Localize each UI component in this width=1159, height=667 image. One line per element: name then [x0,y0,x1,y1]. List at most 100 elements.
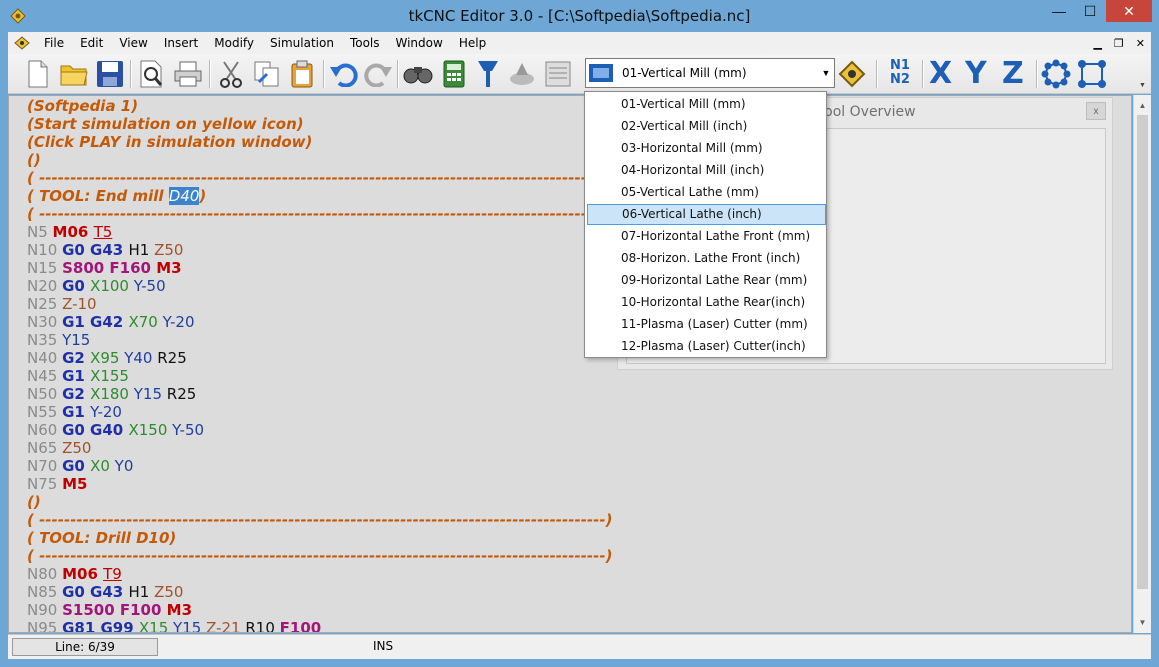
mdi-minimize-button[interactable]: ▁ [1093,37,1101,50]
paste-icon[interactable] [287,58,319,90]
machine-option[interactable]: 02-Vertical Mill (inch) [587,116,826,137]
code-line[interactable]: ( --------------------------------------… [27,511,612,529]
menu-modify[interactable]: Modify [206,32,262,54]
code-line[interactable]: ( --------------------------------------… [27,547,612,565]
undo-icon[interactable] [328,58,360,90]
code-line[interactable]: N90 S1500 F100 M3 [27,601,612,619]
tool-overview-close-button[interactable]: x [1086,102,1106,120]
toolbar-separator [876,60,878,88]
code-line[interactable]: ( TOOL: Drill D10) [27,529,612,547]
code-line[interactable]: N5 M06 T5 [27,223,612,241]
code-line[interactable]: N95 G81 G99 X15 Y15 Z-21 R10 F100 [27,619,612,633]
code-line[interactable]: ( --------------------------------------… [27,169,612,187]
code-line[interactable]: N25 Z-10 [27,295,612,313]
mdi-close-button[interactable]: ✕ [1136,37,1145,50]
save-icon[interactable] [94,58,126,90]
print-icon[interactable] [172,58,204,90]
print-preview-icon[interactable] [136,58,168,90]
vertical-scrollbar[interactable]: ▲ ▼ [1133,95,1151,633]
code-token-x: X0 [90,457,115,475]
menu-tools[interactable]: Tools [342,32,388,54]
scrollbar-thumb[interactable] [1137,115,1148,589]
code-token-h: H1 [128,583,155,601]
cut-icon[interactable] [215,58,247,90]
code-token-num: N80 [27,565,63,583]
scroll-down-icon[interactable]: ▼ [1134,614,1151,631]
machine-option[interactable]: 10-Horizontal Lathe Rear(inch) [587,292,826,313]
machine-option[interactable]: 11-Plasma (Laser) Cutter (mm) [587,314,826,335]
tool-icon[interactable] [472,58,504,90]
minimize-button[interactable]: — [1044,0,1074,22]
code-line[interactable]: N30 G1 G42 X70 Y-20 [27,313,612,331]
machine-option[interactable]: 03-Horizontal Mill (mm) [587,138,826,159]
scroll-up-icon[interactable]: ▲ [1134,97,1151,114]
code-token-z: Z-10 [62,295,97,313]
code-token-z: Z-21 [206,619,246,633]
code-line[interactable]: N75 M5 [27,475,612,493]
code-line[interactable]: N80 M06 T9 [27,565,612,583]
new-file-icon[interactable] [22,58,54,90]
machine-option[interactable]: 01-Vertical Mill (mm) [587,94,826,115]
machine-option[interactable]: 04-Horizontal Mill (inch) [587,160,826,181]
open-folder-icon[interactable] [58,58,90,90]
grid-pattern-icon[interactable] [1076,58,1108,90]
code-line[interactable]: (Click PLAY in simulation window) [27,133,612,151]
code-line[interactable]: (Start simulation on yellow icon) [27,115,612,133]
code-line[interactable]: N20 G0 X100 Y-50 [27,277,612,295]
code-token-cmt: ( --------------------------------------… [27,169,613,187]
menu-view[interactable]: View [111,32,155,54]
maximize-button[interactable]: ☐ [1074,0,1106,22]
simulation-icon[interactable] [506,58,538,90]
code-line[interactable]: N45 G1 X155 [27,367,612,385]
machine-select[interactable]: 01-Vertical Mill (mm) ▼ [585,58,835,88]
code-line[interactable]: N50 G2 X180 Y15 R25 [27,385,612,403]
machine-option[interactable]: 07-Horizontal Lathe Front (mm) [587,226,826,247]
code-token-cmt: (Softpedia 1) [27,97,139,115]
calculator-icon[interactable] [438,58,470,90]
code-line[interactable]: N35 Y15 [27,331,612,349]
axis-z-button[interactable]: Z [1002,56,1024,91]
menu-simulation[interactable]: Simulation [262,32,342,54]
tool-insert-icon[interactable] [836,58,868,90]
close-button[interactable]: ✕ [1106,0,1152,22]
machine-option[interactable]: 09-Horizontal Lathe Rear (mm) [587,270,826,291]
code-line[interactable]: ( --------------------------------------… [27,205,612,223]
machine-option[interactable]: 08-Horizon. Lathe Front (inch) [587,248,826,269]
code-line[interactable]: N60 G0 G40 X150 Y-50 [27,421,612,439]
menu-help[interactable]: Help [451,32,494,54]
code-line[interactable]: () [27,151,612,169]
code-line[interactable]: N65 Z50 [27,439,612,457]
menu-file[interactable]: File [36,32,72,54]
toolbar-overflow-icon[interactable]: ▼ [1139,82,1146,89]
code-line[interactable]: N70 G0 X0 Y0 [27,457,612,475]
machine-option[interactable]: 06-Vertical Lathe (inch) [587,204,826,225]
machine-option[interactable]: 05-Vertical Lathe (mm) [587,182,826,203]
code-line[interactable]: N85 G0 G43 H1 Z50 [27,583,612,601]
toolbar-separator [130,60,132,88]
redo-icon[interactable] [362,58,394,90]
menu-edit[interactable]: Edit [72,32,111,54]
menu-insert[interactable]: Insert [156,32,206,54]
code-token-y: Y15 [62,331,91,349]
chevron-down-icon[interactable]: ▼ [818,68,834,78]
code-line[interactable]: () [27,493,612,511]
code-token-m: M06 [62,565,104,583]
copy-icon[interactable] [251,58,283,90]
mdi-restore-button[interactable]: ❐ [1114,37,1124,50]
axis-y-button[interactable]: Y [965,56,987,91]
machine-icon[interactable] [542,58,574,90]
code-line[interactable]: ( TOOL: End mill D40) [27,187,612,205]
menu-bar: File Edit View Insert Modify Simulation … [8,32,1151,54]
code-line[interactable]: N10 G0 G43 H1 Z50 [27,241,612,259]
code-line[interactable]: N15 S800 F160 M3 [27,259,612,277]
bolt-circle-icon[interactable] [1040,58,1072,90]
code-line[interactable]: (Softpedia 1) [27,97,612,115]
code-line[interactable]: N55 G1 Y-20 [27,403,612,421]
find-icon[interactable] [402,58,434,90]
axis-x-button[interactable]: X [929,56,952,91]
renumber-icon[interactable]: N1 N2 [890,59,910,87]
document-menu-icon[interactable] [8,32,36,54]
menu-window[interactable]: Window [388,32,451,54]
code-line[interactable]: N40 G2 X95 Y40 R25 [27,349,612,367]
machine-option[interactable]: 12-Plasma (Laser) Cutter(inch) [587,336,826,357]
